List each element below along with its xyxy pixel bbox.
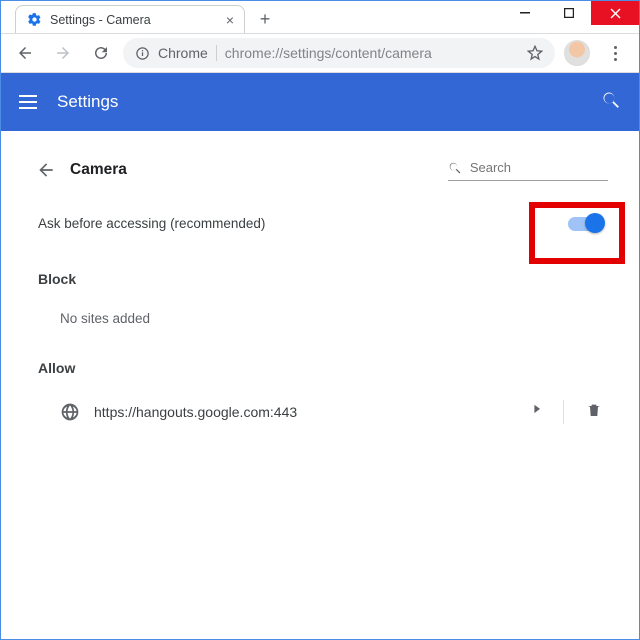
browser-tab[interactable]: Settings - Camera ×	[15, 5, 245, 33]
block-section-label: Block	[32, 253, 608, 295]
ask-before-accessing-toggle[interactable]	[568, 217, 602, 231]
address-bar[interactable]: Chrome chrome://settings/content/camera	[123, 38, 555, 68]
window-minimize-button[interactable]	[503, 1, 547, 25]
settings-search-button[interactable]	[601, 90, 621, 115]
settings-header-title: Settings	[57, 92, 118, 112]
url-text: chrome://settings/content/camera	[225, 45, 432, 61]
browser-toolbar: Chrome chrome://settings/content/camera	[1, 33, 639, 73]
tab-title: Settings - Camera	[50, 13, 151, 27]
nav-reload-button[interactable]	[85, 37, 117, 69]
ask-before-accessing-label: Ask before accessing (recommended)	[38, 216, 265, 231]
hamburger-menu-button[interactable]	[19, 95, 37, 109]
url-scheme-label: Chrome	[158, 45, 208, 61]
window-maximize-button[interactable]	[547, 1, 591, 25]
delete-icon[interactable]	[586, 401, 602, 424]
info-icon	[135, 46, 150, 61]
page-search-field[interactable]	[448, 160, 608, 181]
chevron-right-icon[interactable]	[533, 403, 541, 421]
settings-content: Camera Ask before accessing (recommended…	[1, 131, 639, 455]
separator	[216, 45, 217, 61]
settings-app-header: Settings	[1, 73, 639, 131]
separator	[563, 400, 564, 424]
allow-section-label: Allow	[32, 342, 608, 384]
window-close-button[interactable]	[591, 1, 639, 25]
allow-site-row[interactable]: https://hangouts.google.com:443	[32, 384, 608, 440]
globe-icon	[60, 402, 80, 422]
nav-forward-button	[47, 37, 79, 69]
search-icon	[448, 160, 462, 176]
allow-site-url: https://hangouts.google.com:443	[94, 404, 297, 420]
nav-back-button[interactable]	[9, 37, 41, 69]
os-titlebar: Settings - Camera × +	[1, 1, 639, 33]
profile-avatar[interactable]	[561, 37, 593, 69]
browser-menu-button[interactable]	[599, 37, 631, 69]
gear-icon	[26, 12, 42, 28]
page-search-input[interactable]	[470, 160, 608, 175]
block-empty-text: No sites added	[32, 295, 608, 342]
settings-back-button[interactable]	[32, 156, 60, 184]
page-title: Camera	[70, 161, 127, 179]
bookmark-star-icon[interactable]	[527, 45, 543, 61]
ask-before-accessing-row: Ask before accessing (recommended)	[32, 194, 608, 253]
tab-close-icon[interactable]: ×	[226, 12, 234, 28]
new-tab-button[interactable]: +	[251, 5, 279, 33]
